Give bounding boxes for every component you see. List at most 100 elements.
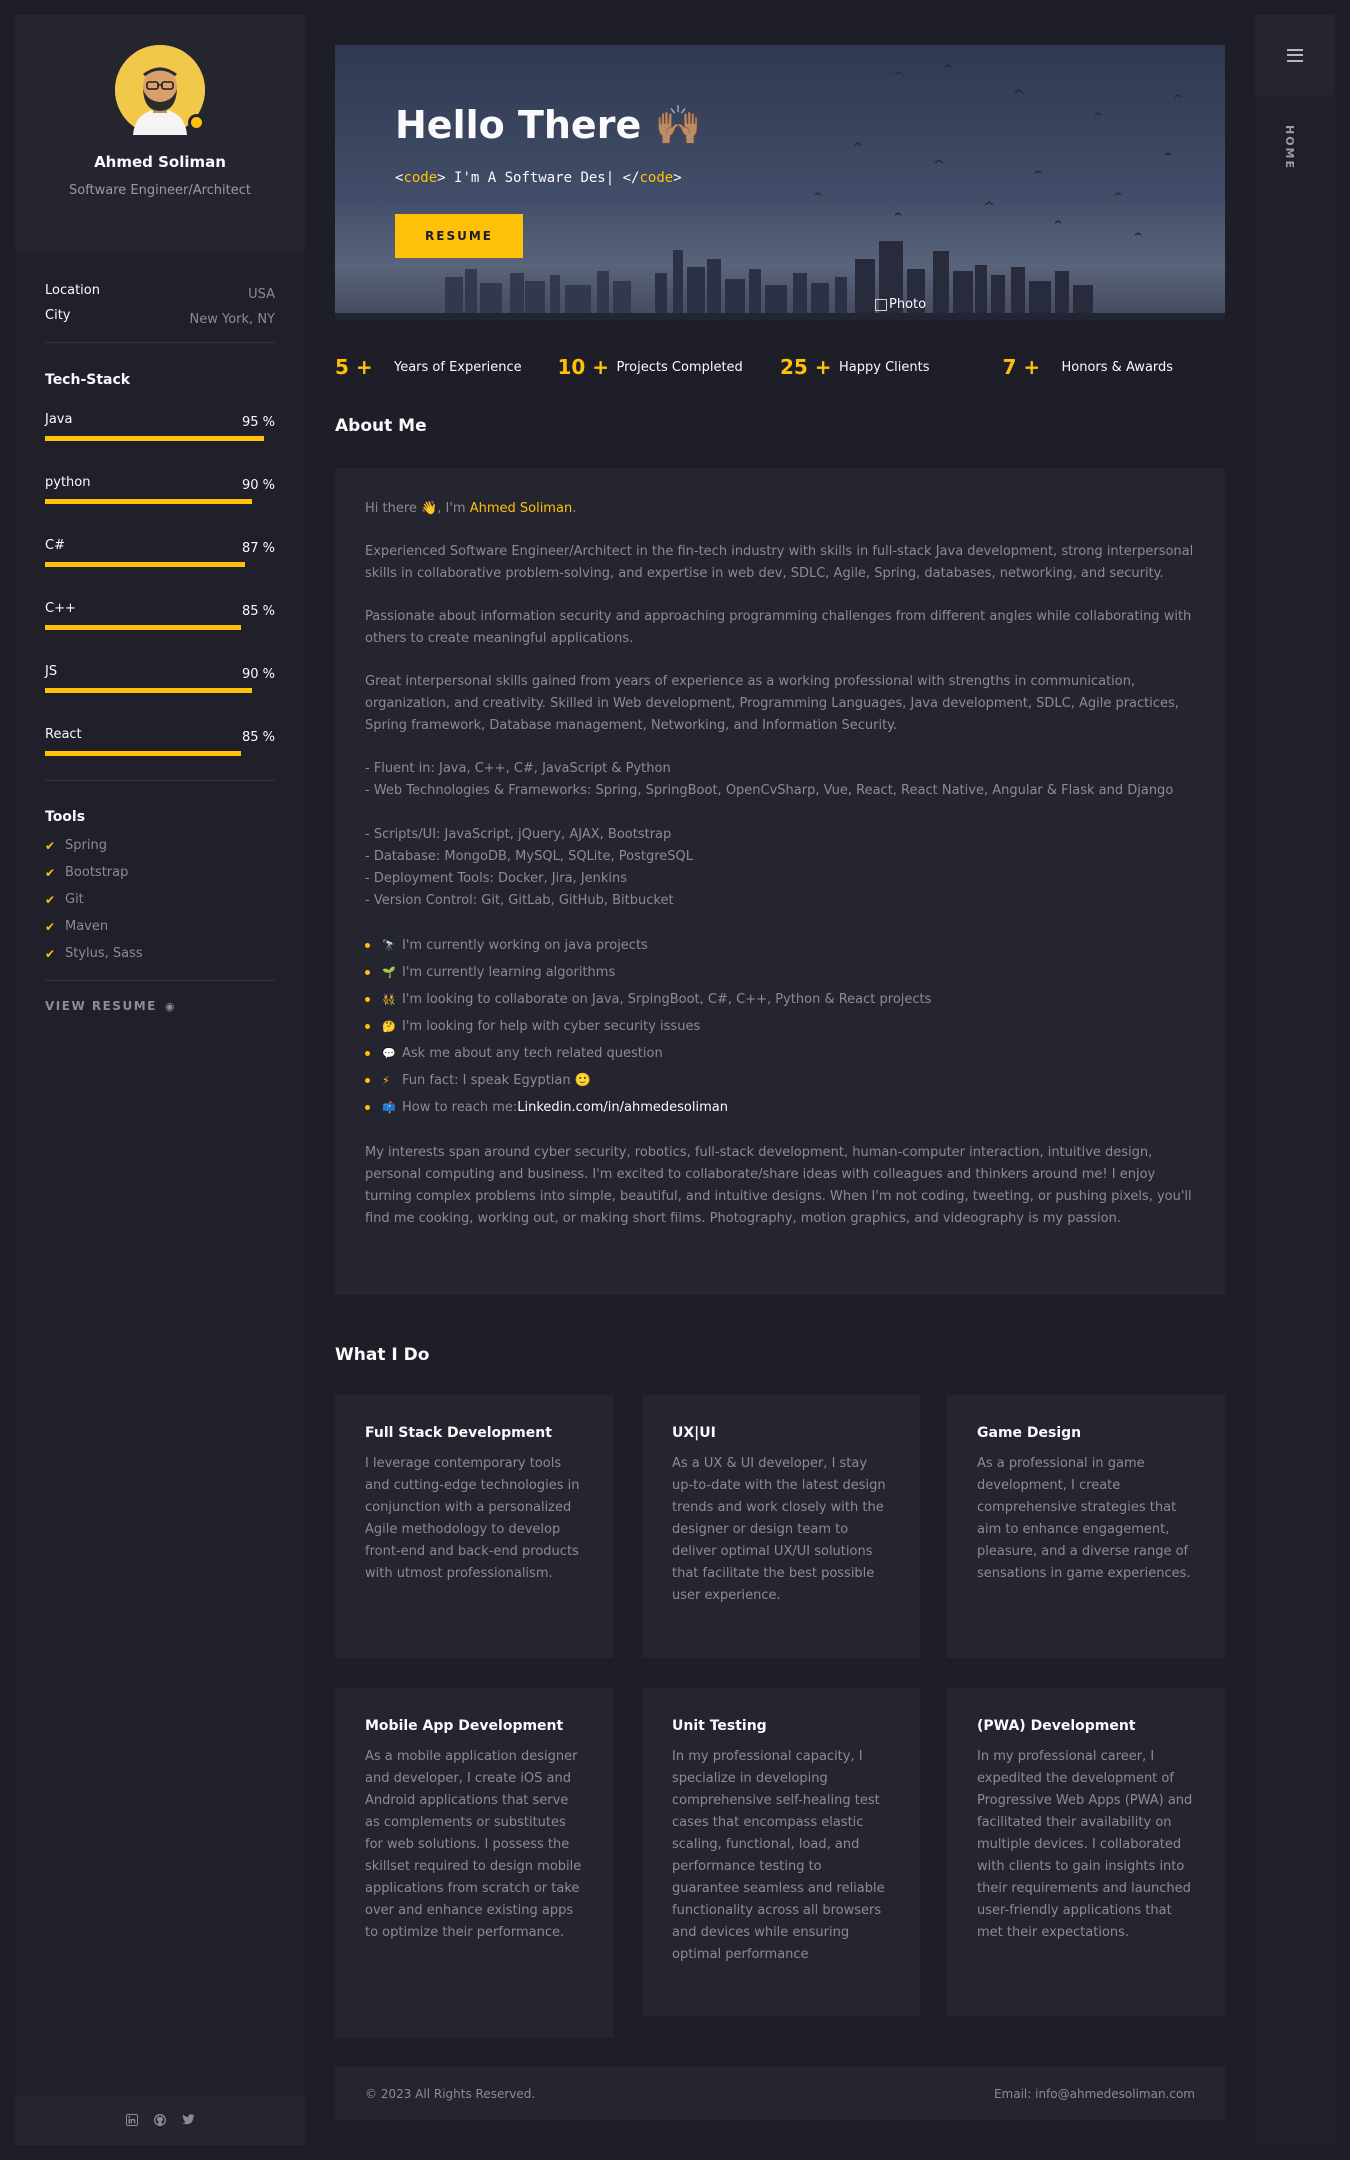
skill-item: Java 95 % xyxy=(45,412,275,441)
tool-name: Spring xyxy=(65,838,107,853)
skill-percent: 85 % xyxy=(241,604,275,619)
sidebar: Ahmed Soliman Software Engineer/Architec… xyxy=(15,15,305,2145)
service-text: As a UX & UI developer, I stay up-to-dat… xyxy=(672,1456,886,1603)
hero-text: Hello There 🙌🏽 <code> I'm A Software Des… xyxy=(395,103,702,258)
list-item: 📫 How to reach me: Linkedin.com/in/ahmede… xyxy=(365,1094,1195,1121)
broken-image: Photo xyxy=(875,297,926,312)
summary-line: - Web Technologies & Frameworks: Spring,… xyxy=(365,783,1174,798)
about-greeting: Hi there 👋, I'm Ahmed Soliman. xyxy=(365,498,1195,520)
service-text: In my professional capacity, I specializ… xyxy=(672,1749,885,1962)
skill-head: python 90 % xyxy=(45,475,275,493)
footer-email[interactable]: Email: info@ahmedesoliman.com xyxy=(994,2087,1195,2101)
counter-number: 5 + xyxy=(335,355,373,379)
list-item-text: Ask me about any tech related question xyxy=(402,1045,663,1061)
linkedin-link[interactable]: Linkedin.com/in/ahmedesoliman xyxy=(517,1097,728,1119)
collaborate-icon: 👯 xyxy=(382,992,396,1006)
skill-percent: 87 % xyxy=(241,541,275,556)
twitter-icon[interactable] xyxy=(181,2114,195,2128)
hamburger-icon xyxy=(1287,48,1303,62)
lightning-icon: ⚡ xyxy=(382,1073,390,1087)
about-title: About Me xyxy=(335,416,427,436)
counter-label: Happy Clients xyxy=(839,359,930,375)
skill-progress-fill xyxy=(45,499,252,504)
profile-card: Ahmed Soliman Software Engineer/Architec… xyxy=(15,15,305,251)
service-title: Unit Testing xyxy=(672,1718,767,1734)
check-icon: ✔ xyxy=(45,946,56,961)
counter-number: 7 + xyxy=(1002,355,1041,379)
list-item: 🌱 I'm currently learning algorithms xyxy=(365,959,1195,986)
bullet-dot xyxy=(365,997,370,1002)
counter-label: Honors & Awards xyxy=(1061,359,1174,375)
skill-item: C++ 85 % xyxy=(45,601,275,630)
hero-banner: Hello There 🙌🏽 <code> I'm A Software Des… xyxy=(335,45,1225,320)
service-text: I leverage contemporary tools and cuttin… xyxy=(365,1456,580,1581)
tool-item: ✔ Maven xyxy=(45,913,275,940)
skill-item: python 90 % xyxy=(45,475,275,504)
status-dot xyxy=(188,114,205,131)
list-item-text: I'm currently working on java projects xyxy=(402,937,648,953)
current-section-label[interactable]: HOME xyxy=(1283,125,1296,170)
greeting-text: . xyxy=(572,501,577,516)
bullet-dot xyxy=(365,1105,370,1110)
tool-item: ✔ Stylus, Sass xyxy=(45,940,275,967)
skills-summary: - Fluent in: Java, C++, C#, JavaScript &… xyxy=(365,758,1195,912)
menu-button[interactable] xyxy=(1255,15,1335,95)
skill-head: Java 95 % xyxy=(45,412,275,430)
tool-item: ✔ Git xyxy=(45,886,275,913)
resume-button[interactable]: RESUME xyxy=(395,214,523,258)
profile-name: Ahmed Soliman xyxy=(94,153,226,171)
hero-title: Hello There 🙌🏽 xyxy=(395,103,702,147)
tool-item: ✔ Spring xyxy=(45,832,275,859)
tool-name: Maven xyxy=(65,919,109,934)
list-item-text: I'm looking to collaborate on Java, Srpi… xyxy=(402,991,932,1007)
counter-number: 10 + xyxy=(557,355,610,379)
about-paragraph: Passionate about information security an… xyxy=(365,609,1192,646)
summary-line: - Fluent in: Java, C++, C#, JavaScript &… xyxy=(365,761,671,776)
service-card: Full Stack Development I leverage contem… xyxy=(335,1395,613,1658)
counter-label: Years of Experience xyxy=(394,359,522,375)
skill-progress-bar xyxy=(45,625,275,630)
skill-progress-fill xyxy=(45,436,264,441)
about-paragraph: My interests span around cyber security,… xyxy=(365,1145,1192,1226)
skill-progress-bar xyxy=(45,688,275,693)
counter-experience: 5 + Years of Experience xyxy=(335,355,558,379)
mailbox-icon: 📫 xyxy=(382,1100,396,1114)
list-item: ⚡ Fun fact: I speak Egyptian 🙂 xyxy=(365,1067,1195,1094)
bullet-dot xyxy=(365,943,370,948)
list-item-text: Fun fact: I speak Egyptian 🙂 xyxy=(402,1072,591,1088)
skill-name: JS xyxy=(45,664,58,679)
skill-progress-bar xyxy=(45,499,275,504)
view-resume-link[interactable]: VIEW RESUME ◉ xyxy=(45,999,275,1013)
bullet-dot xyxy=(365,1024,370,1029)
check-icon: ✔ xyxy=(45,892,56,907)
social-links xyxy=(15,2097,305,2145)
bullet-dot xyxy=(365,970,370,975)
list-item: 💬 Ask me about any tech related question xyxy=(365,1040,1195,1067)
info-city: City New York, NY xyxy=(45,308,275,327)
service-text: In my professional career, I expedited t… xyxy=(977,1749,1193,1940)
counter-awards: 7 + Honors & Awards xyxy=(1003,355,1226,379)
info-value: New York, NY xyxy=(189,312,275,327)
linkedin-icon[interactable] xyxy=(125,2113,138,2129)
github-icon[interactable] xyxy=(153,2113,166,2129)
tools-list: ✔ Spring ✔ Bootstrap ✔ Git ✔ Maven ✔ Stylus, Sass xyxy=(45,832,275,967)
counter-number: 25 + xyxy=(780,355,832,379)
typing-text: I'm A Software Des xyxy=(445,170,606,186)
bullet-dot xyxy=(365,1051,370,1056)
tool-item: ✔ Bootstrap xyxy=(45,859,275,886)
skill-percent: 90 % xyxy=(241,478,275,493)
service-card: Unit Testing In my professional capacity… xyxy=(642,1688,920,2016)
what-i-do-title: What I Do xyxy=(335,1345,430,1365)
summary-line: - Scripts/UI: JavaScript, jQuery, AJAX, … xyxy=(365,827,672,842)
broken-image-icon xyxy=(875,298,887,311)
skill-percent: 95 % xyxy=(241,415,275,430)
skill-item: React 85 % xyxy=(45,727,275,756)
skill-percent: 90 % xyxy=(241,667,275,682)
service-title: Mobile App Development xyxy=(365,1718,564,1734)
tool-name: Bootstrap xyxy=(65,865,129,880)
service-card: UX|UI As a UX & UI developer, I stay up-… xyxy=(642,1395,920,1658)
avatar[interactable] xyxy=(115,45,205,135)
speech-bubble-icon: 💬 xyxy=(382,1046,396,1060)
tools-title: Tools xyxy=(45,809,86,825)
thinking-icon: 🤔 xyxy=(382,1019,396,1033)
